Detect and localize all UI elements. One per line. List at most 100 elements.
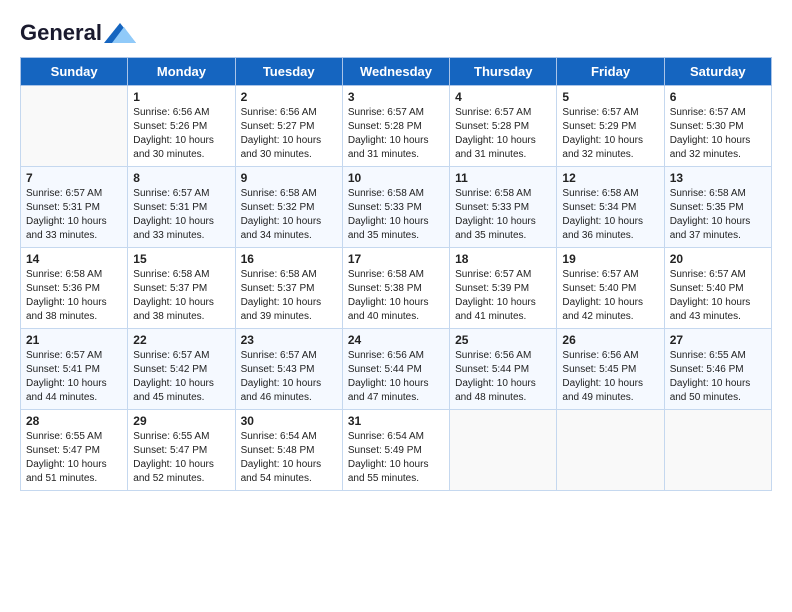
day-number: 27	[670, 333, 766, 347]
day-number: 25	[455, 333, 551, 347]
day-info: Sunrise: 6:58 AM Sunset: 5:33 PM Dayligh…	[348, 187, 444, 243]
day-info: Sunrise: 6:55 AM Sunset: 5:46 PM Dayligh…	[670, 349, 766, 405]
day-number: 20	[670, 252, 766, 266]
calendar-week-row: 21 Sunrise: 6:57 AM Sunset: 5:41 PM Dayli…	[21, 329, 772, 410]
day-info: Sunrise: 6:56 AM Sunset: 5:27 PM Dayligh…	[241, 106, 337, 162]
calendar-cell: 23 Sunrise: 6:57 AM Sunset: 5:43 PM Dayli…	[235, 329, 342, 410]
day-number: 5	[562, 90, 658, 104]
calendar-cell	[450, 410, 557, 491]
calendar-cell: 10 Sunrise: 6:58 AM Sunset: 5:33 PM Dayli…	[342, 167, 449, 248]
calendar-table: SundayMondayTuesdayWednesdayThursdayFrid…	[20, 57, 772, 491]
day-info: Sunrise: 6:57 AM Sunset: 5:29 PM Dayligh…	[562, 106, 658, 162]
weekday-header: Saturday	[664, 58, 771, 86]
day-number: 9	[241, 171, 337, 185]
day-info: Sunrise: 6:54 AM Sunset: 5:49 PM Dayligh…	[348, 430, 444, 486]
day-number: 10	[348, 171, 444, 185]
calendar-cell	[664, 410, 771, 491]
day-info: Sunrise: 6:57 AM Sunset: 5:41 PM Dayligh…	[26, 349, 122, 405]
calendar-cell: 21 Sunrise: 6:57 AM Sunset: 5:41 PM Dayli…	[21, 329, 128, 410]
calendar-cell: 30Sunrise: 6:54 AM Sunset: 5:48 PM Dayli…	[235, 410, 342, 491]
calendar-cell: 20Sunrise: 6:57 AM Sunset: 5:40 PM Dayli…	[664, 248, 771, 329]
day-info: Sunrise: 6:54 AM Sunset: 5:48 PM Dayligh…	[241, 430, 337, 486]
day-info: Sunrise: 6:57 AM Sunset: 5:30 PM Dayligh…	[670, 106, 766, 162]
calendar-cell: 15 Sunrise: 6:58 AM Sunset: 5:37 PM Dayli…	[128, 248, 235, 329]
day-number: 19	[562, 252, 658, 266]
calendar-cell	[21, 86, 128, 167]
calendar-cell: 7 Sunrise: 6:57 AM Sunset: 5:31 PM Daylig…	[21, 167, 128, 248]
calendar-cell: 24 Sunrise: 6:56 AM Sunset: 5:44 PM Dayli…	[342, 329, 449, 410]
day-info: Sunrise: 6:58 AM Sunset: 5:38 PM Dayligh…	[348, 268, 444, 324]
day-info: Sunrise: 6:57 AM Sunset: 5:31 PM Dayligh…	[26, 187, 122, 243]
day-info: Sunrise: 6:58 AM Sunset: 5:36 PM Dayligh…	[26, 268, 122, 324]
day-number: 16	[241, 252, 337, 266]
day-number: 15	[133, 252, 229, 266]
day-number: 28	[26, 414, 122, 428]
day-info: Sunrise: 6:58 AM Sunset: 5:33 PM Dayligh…	[455, 187, 551, 243]
calendar-cell: 31 Sunrise: 6:54 AM Sunset: 5:49 PM Dayli…	[342, 410, 449, 491]
calendar-cell	[557, 410, 664, 491]
weekday-header: Friday	[557, 58, 664, 86]
day-info: Sunrise: 6:56 AM Sunset: 5:44 PM Dayligh…	[348, 349, 444, 405]
calendar-cell: 28Sunrise: 6:55 AM Sunset: 5:47 PM Dayli…	[21, 410, 128, 491]
logo-general: General	[20, 20, 102, 46]
day-info: Sunrise: 6:56 AM Sunset: 5:26 PM Dayligh…	[133, 106, 229, 162]
weekday-header: Sunday	[21, 58, 128, 86]
calendar-header: SundayMondayTuesdayWednesdayThursdayFrid…	[21, 58, 772, 86]
calendar-cell: 27 Sunrise: 6:55 AM Sunset: 5:46 PM Dayli…	[664, 329, 771, 410]
day-info: Sunrise: 6:58 AM Sunset: 5:37 PM Dayligh…	[133, 268, 229, 324]
calendar-cell: 25 Sunrise: 6:56 AM Sunset: 5:44 PM Dayli…	[450, 329, 557, 410]
day-number: 8	[133, 171, 229, 185]
day-info: Sunrise: 6:55 AM Sunset: 5:47 PM Dayligh…	[133, 430, 229, 486]
day-number: 17	[348, 252, 444, 266]
day-info: Sunrise: 6:57 AM Sunset: 5:43 PM Dayligh…	[241, 349, 337, 405]
calendar-cell: 4Sunrise: 6:57 AM Sunset: 5:28 PM Daylig…	[450, 86, 557, 167]
calendar-cell: 2 Sunrise: 6:56 AM Sunset: 5:27 PM Daylig…	[235, 86, 342, 167]
page-header: General	[20, 20, 772, 42]
day-info: Sunrise: 6:56 AM Sunset: 5:45 PM Dayligh…	[562, 349, 658, 405]
day-info: Sunrise: 6:56 AM Sunset: 5:44 PM Dayligh…	[455, 349, 551, 405]
day-info: Sunrise: 6:58 AM Sunset: 5:34 PM Dayligh…	[562, 187, 658, 243]
day-info: Sunrise: 6:58 AM Sunset: 5:32 PM Dayligh…	[241, 187, 337, 243]
day-number: 6	[670, 90, 766, 104]
calendar-cell: 19 Sunrise: 6:57 AM Sunset: 5:40 PM Dayli…	[557, 248, 664, 329]
logo: General	[20, 20, 136, 42]
day-number: 2	[241, 90, 337, 104]
calendar-cell: 14Sunrise: 6:58 AM Sunset: 5:36 PM Dayli…	[21, 248, 128, 329]
calendar-cell: 12Sunrise: 6:58 AM Sunset: 5:34 PM Dayli…	[557, 167, 664, 248]
calendar-cell: 26 Sunrise: 6:56 AM Sunset: 5:45 PM Dayli…	[557, 329, 664, 410]
calendar-week-row: 1 Sunrise: 6:56 AM Sunset: 5:26 PM Daylig…	[21, 86, 772, 167]
calendar-week-row: 28 Sunrise: 6:55 AM Sunset: 5:47 PM Dayli…	[21, 410, 772, 491]
calendar-cell: 5 Sunrise: 6:57 AM Sunset: 5:29 PM Daylig…	[557, 86, 664, 167]
calendar-cell: 3Sunrise: 6:57 AM Sunset: 5:28 PM Daylig…	[342, 86, 449, 167]
calendar-week-row: 14Sunrise: 6:58 AM Sunset: 5:36 PM Dayli…	[21, 248, 772, 329]
day-info: Sunrise: 6:58 AM Sunset: 5:37 PM Dayligh…	[241, 268, 337, 324]
day-number: 24	[348, 333, 444, 347]
day-number: 23	[241, 333, 337, 347]
calendar-cell: 9 Sunrise: 6:58 AM Sunset: 5:32 PM Daylig…	[235, 167, 342, 248]
calendar-cell: 1 Sunrise: 6:56 AM Sunset: 5:26 PM Daylig…	[128, 86, 235, 167]
day-info: Sunrise: 6:57 AM Sunset: 5:31 PM Dayligh…	[133, 187, 229, 243]
day-number: 29	[133, 414, 229, 428]
day-info: Sunrise: 6:57 AM Sunset: 5:40 PM Dayligh…	[562, 268, 658, 324]
day-info: Sunrise: 6:57 AM Sunset: 5:28 PM Dayligh…	[455, 106, 551, 162]
day-number: 21	[26, 333, 122, 347]
day-info: Sunrise: 6:57 AM Sunset: 5:39 PM Dayligh…	[455, 268, 551, 324]
calendar-cell: 13Sunrise: 6:58 AM Sunset: 5:35 PM Dayli…	[664, 167, 771, 248]
day-number: 26	[562, 333, 658, 347]
day-number: 1	[133, 90, 229, 104]
calendar-cell: 29 Sunrise: 6:55 AM Sunset: 5:47 PM Dayli…	[128, 410, 235, 491]
day-info: Sunrise: 6:58 AM Sunset: 5:35 PM Dayligh…	[670, 187, 766, 243]
weekday-header: Thursday	[450, 58, 557, 86]
calendar-cell: 8 Sunrise: 6:57 AM Sunset: 5:31 PM Daylig…	[128, 167, 235, 248]
weekday-header: Tuesday	[235, 58, 342, 86]
calendar-cell: 11 Sunrise: 6:58 AM Sunset: 5:33 PM Dayli…	[450, 167, 557, 248]
weekday-header: Wednesday	[342, 58, 449, 86]
calendar-week-row: 7 Sunrise: 6:57 AM Sunset: 5:31 PM Daylig…	[21, 167, 772, 248]
day-info: Sunrise: 6:57 AM Sunset: 5:28 PM Dayligh…	[348, 106, 444, 162]
weekday-header: Monday	[128, 58, 235, 86]
day-number: 7	[26, 171, 122, 185]
calendar-cell: 17 Sunrise: 6:58 AM Sunset: 5:38 PM Dayli…	[342, 248, 449, 329]
day-number: 11	[455, 171, 551, 185]
calendar-cell: 16 Sunrise: 6:58 AM Sunset: 5:37 PM Dayli…	[235, 248, 342, 329]
day-number: 31	[348, 414, 444, 428]
